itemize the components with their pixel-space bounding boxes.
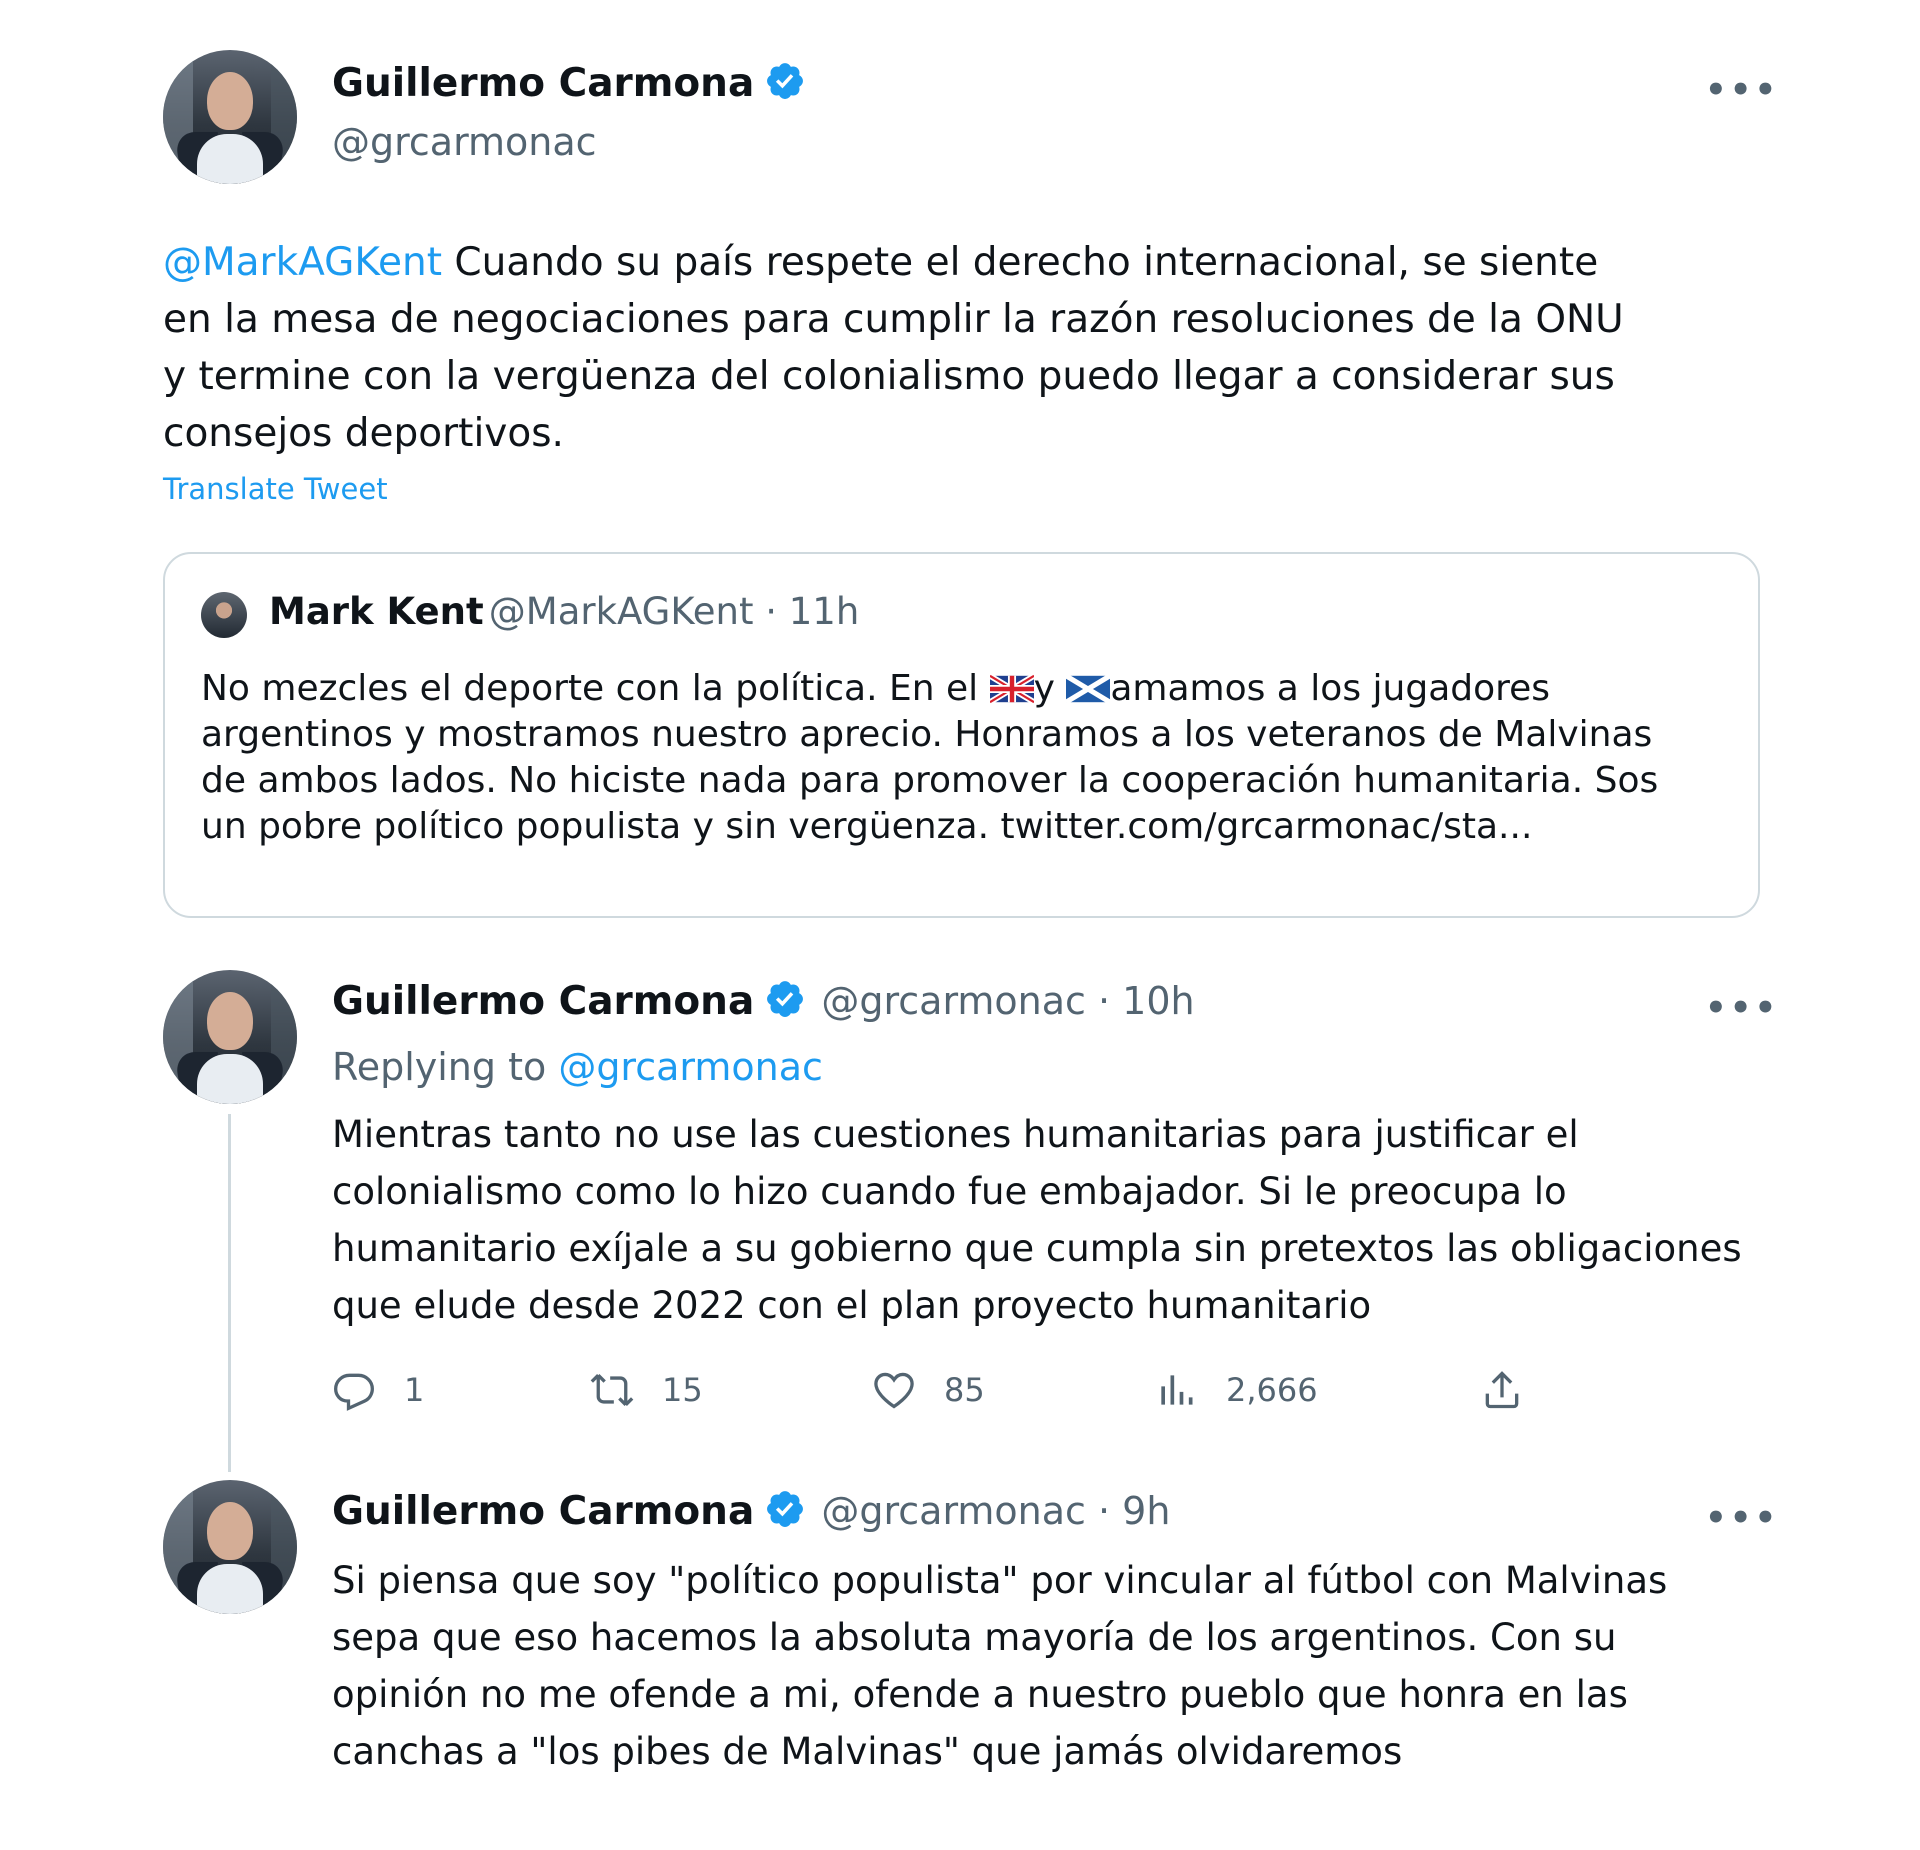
tweet-line: sepa que eso hacemos la absoluta mayoría… bbox=[332, 1616, 1617, 1659]
tweet-line: en la mesa de negociaciones para cumplir… bbox=[163, 297, 1624, 342]
quoted-tweet-card[interactable]: Mark Kent @MarkAGKent · 11h No mezcles e… bbox=[163, 552, 1760, 918]
like-icon bbox=[874, 1372, 914, 1409]
reply-handle-time[interactable]: @grcarmonac · 9h bbox=[821, 1489, 1170, 1533]
retweet-count: 15 bbox=[662, 1371, 703, 1409]
main-tweet-text: @MarkAGKent Cuando su país respete el de… bbox=[163, 234, 1763, 462]
retweet-button[interactable]: 15 bbox=[590, 1368, 703, 1412]
reply-1-text: Mientras tanto no use las cuestiones hum… bbox=[332, 1106, 1772, 1334]
reply-icon bbox=[334, 1373, 374, 1411]
like-button[interactable]: 85 bbox=[872, 1368, 985, 1412]
verified-badge-icon bbox=[767, 1491, 804, 1527]
avatar-mark-kent bbox=[201, 592, 247, 638]
share-button[interactable] bbox=[1480, 1368, 1552, 1412]
thread-connector-line bbox=[228, 1114, 231, 1472]
tweet-line: Cuando su país respete el derecho intern… bbox=[442, 240, 1599, 285]
author-name[interactable]: Guillermo Carmona bbox=[332, 979, 754, 1024]
more-icon[interactable]: ••• bbox=[1705, 988, 1779, 1028]
tweet-line: canchas a "los pibes de Malvinas" que ja… bbox=[332, 1730, 1403, 1773]
quoted-tweet-text: No mezcles el deporte con la política. E… bbox=[201, 666, 1741, 850]
tweet-line: consejos deportivos. bbox=[163, 411, 564, 456]
quoted-line: un pobre político populista y sin vergüe… bbox=[201, 806, 1533, 847]
share-icon bbox=[1485, 1371, 1519, 1409]
retweet-icon bbox=[590, 1373, 634, 1407]
avatar-guillermo-carmona[interactable] bbox=[163, 50, 297, 184]
more-icon[interactable]: ••• bbox=[1705, 1498, 1779, 1538]
tweet-line: y termine con la vergüenza del coloniali… bbox=[163, 354, 1615, 399]
more-icon[interactable]: ••• bbox=[1705, 70, 1779, 110]
quoted-line: argentinos y mostramos nuestro aprecio. … bbox=[201, 714, 1653, 755]
reply-2-header[interactable]: Guillermo Carmona @grcarmonac · 9h bbox=[332, 1488, 1170, 1534]
quoted-line: No mezcles el deporte con la política. E… bbox=[201, 668, 990, 709]
replying-to-link[interactable]: @grcarmonac bbox=[558, 1045, 823, 1089]
quoted-line: de ambos lados. No hiciste nada para pro… bbox=[201, 760, 1659, 801]
author-handle[interactable]: @grcarmonac bbox=[332, 120, 597, 164]
quoted-handle-time: @MarkAGKent · 11h bbox=[488, 590, 860, 633]
views-icon bbox=[1161, 1375, 1193, 1405]
tweet-line: que elude desde 2022 con el plan proyect… bbox=[332, 1284, 1372, 1327]
like-count: 85 bbox=[944, 1371, 985, 1409]
main-tweet-author[interactable]: Guillermo Carmona bbox=[332, 60, 806, 106]
uk-flag-icon bbox=[989, 674, 1034, 704]
tweet-line: Si piensa que soy "político populista" p… bbox=[332, 1559, 1668, 1602]
reply-2-text: Si piensa que soy "político populista" p… bbox=[332, 1552, 1772, 1780]
verified-badge-icon bbox=[767, 981, 804, 1017]
views-count: 2,666 bbox=[1226, 1371, 1318, 1409]
quoted-line: y bbox=[1033, 668, 1067, 709]
author-name[interactable]: Guillermo Carmona bbox=[332, 1489, 754, 1534]
reply-count: 1 bbox=[404, 1371, 425, 1409]
tweet-line: opinión no me ofende a mi, ofende a nues… bbox=[332, 1673, 1628, 1716]
quoted-author-name: Mark Kent bbox=[269, 590, 484, 633]
scotland-flag-icon bbox=[1066, 674, 1111, 704]
tweet-line: Mientras tanto no use las cuestiones hum… bbox=[332, 1113, 1579, 1156]
translate-tweet-link[interactable]: Translate Tweet bbox=[163, 472, 388, 506]
reply-handle-time[interactable]: @grcarmonac · 10h bbox=[821, 979, 1194, 1023]
quoted-line: amamos a los jugadores bbox=[1110, 668, 1551, 709]
tweet-line: humanitario exíjale a su gobierno que cu… bbox=[332, 1227, 1742, 1270]
avatar-guillermo-carmona[interactable] bbox=[163, 970, 297, 1104]
replying-to: Replying to @grcarmonac bbox=[332, 1045, 823, 1089]
verified-badge-icon bbox=[767, 63, 804, 99]
tweet-line: colonialismo como lo hizo cuando fue emb… bbox=[332, 1170, 1567, 1213]
views-button[interactable]: 2,666 bbox=[1154, 1368, 1318, 1412]
replying-prefix: Replying to bbox=[332, 1045, 559, 1089]
author-name[interactable]: Guillermo Carmona bbox=[332, 61, 754, 106]
mention-link[interactable]: @MarkAGKent bbox=[163, 240, 442, 285]
reply-1-header[interactable]: Guillermo Carmona @grcarmonac · 10h bbox=[332, 978, 1195, 1024]
avatar-guillermo-carmona[interactable] bbox=[163, 1480, 297, 1614]
reply-button[interactable]: 1 bbox=[332, 1368, 424, 1412]
